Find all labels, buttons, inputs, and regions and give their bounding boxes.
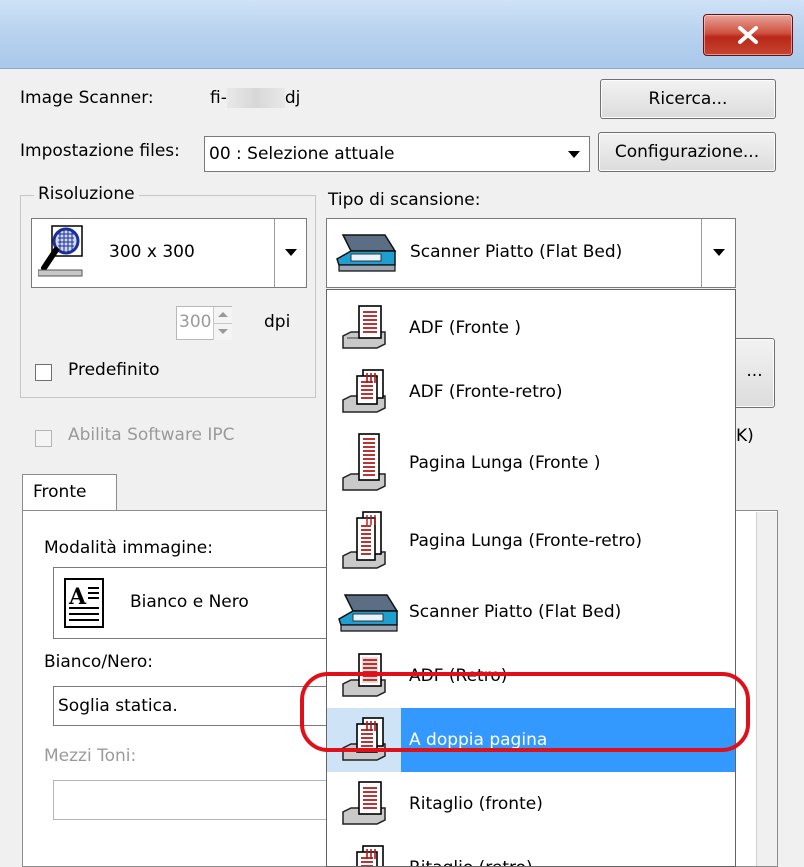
scan-type-dropdown-button[interactable] [701, 219, 735, 287]
resolution-select[interactable]: 300 x 300 [31, 218, 307, 288]
dpi-value: 300 [179, 312, 212, 332]
highlight-ring [300, 672, 750, 752]
list-item[interactable]: ADF (Fronte ) [327, 296, 735, 360]
scanner-label: Image Scanner: [20, 88, 154, 108]
partial-label: K) [736, 426, 754, 446]
resolution-icon [37, 224, 86, 283]
search-button[interactable]: Ricerca... [600, 79, 776, 119]
list-item-label: Pagina Lunga (Fronte-retro) [409, 531, 642, 551]
tab-scrollbar[interactable] [756, 512, 777, 866]
more-button[interactable]: ... [735, 338, 775, 408]
adf-front-icon [342, 305, 386, 349]
list-item-label: ADF (Fronte-retro) [409, 382, 563, 402]
chevron-down-icon [285, 249, 297, 256]
list-item[interactable]: Ritaglio (fronte) [327, 772, 735, 836]
halftone-select[interactable] [53, 780, 343, 820]
document-text-icon: A [64, 578, 104, 633]
long-page-front-icon [342, 433, 386, 491]
files-dropdown-button[interactable] [559, 137, 589, 171]
dpi-spinner[interactable]: 300 [176, 306, 232, 340]
list-item-label: Pagina Lunga (Fronte ) [409, 453, 601, 473]
close-button[interactable] [703, 14, 793, 56]
list-item[interactable]: Ritaglio (retro) [327, 836, 735, 866]
scan-type-dropdown-list: ADF (Fronte ) ADF (Fronte-retro) Pagina … [326, 289, 736, 867]
scanner-model-prefix: fi- [210, 88, 227, 108]
list-item-label: ADF (Fronte ) [409, 318, 522, 338]
dpi-up-button[interactable] [213, 307, 232, 323]
image-mode-select[interactable]: A Bianco e Nero [53, 567, 343, 639]
adf-duplex-icon [342, 369, 386, 413]
default-label: Predefinito [68, 360, 160, 380]
chevron-down-icon [218, 329, 228, 334]
list-item[interactable]: ADF (Fronte-retro) [327, 360, 735, 424]
tab-front[interactable]: Fronte [22, 474, 117, 510]
scanner-model-redacted [226, 88, 285, 108]
chevron-up-icon [218, 312, 228, 317]
bw-value: Soglia statica. [58, 696, 178, 716]
list-item-label: Scanner Piatto (Flat Bed) [409, 602, 622, 622]
scan-type-label: Tipo di scansione: [328, 190, 481, 210]
crop-front-icon [342, 781, 386, 825]
scan-type-select[interactable]: Scanner Piatto (Flat Bed) [326, 218, 736, 288]
files-select-value: 00 : Selezione attuale [209, 144, 395, 164]
title-bar [0, 0, 804, 69]
list-item[interactable]: Scanner Piatto (Flat Bed) [327, 580, 735, 644]
ipc-checkbox[interactable] [35, 430, 52, 447]
close-icon [738, 26, 758, 44]
chevron-down-icon [568, 151, 580, 158]
resolution-dropdown-button[interactable] [274, 219, 306, 287]
scanner-model: fi-dj [210, 88, 300, 108]
configuration-button[interactable]: Configurazione... [598, 132, 776, 172]
bw-label: Bianco/Nero: [44, 652, 153, 672]
files-select[interactable]: 00 : Selezione attuale [204, 136, 590, 172]
list-item-label: Ritaglio (fronte) [409, 794, 543, 814]
flatbed-icon [338, 594, 399, 632]
flatbed-icon [335, 229, 397, 280]
dpi-down-button[interactable] [213, 323, 232, 340]
scan-type-value: Scanner Piatto (Flat Bed) [410, 242, 623, 262]
list-item-label: Ritaglio (retro) [409, 836, 533, 866]
files-label: Impostazione files: [20, 141, 180, 161]
crop-back-icon [356, 845, 384, 866]
scanner-model-suffix: dj [284, 88, 301, 108]
list-item[interactable]: Pagina Lunga (Fronte ) [327, 424, 735, 502]
svg-text:A: A [68, 584, 87, 610]
list-item[interactable]: Pagina Lunga (Fronte-retro) [327, 502, 735, 580]
chevron-down-icon [713, 249, 725, 256]
dpi-unit: dpi [264, 312, 291, 332]
resolution-value: 300 x 300 [109, 242, 195, 262]
default-checkbox[interactable] [35, 364, 52, 381]
ipc-label: Abilita Software IPC [68, 425, 235, 445]
long-page-duplex-icon [342, 511, 386, 569]
tab-front-label: Fronte [33, 482, 87, 502]
image-mode-label: Modalità immagine: [44, 538, 213, 558]
resolution-group-label: Risoluzione [34, 184, 139, 204]
image-mode-value: Bianco e Nero [130, 592, 249, 612]
halftone-label: Mezzi Toni: [44, 746, 137, 766]
